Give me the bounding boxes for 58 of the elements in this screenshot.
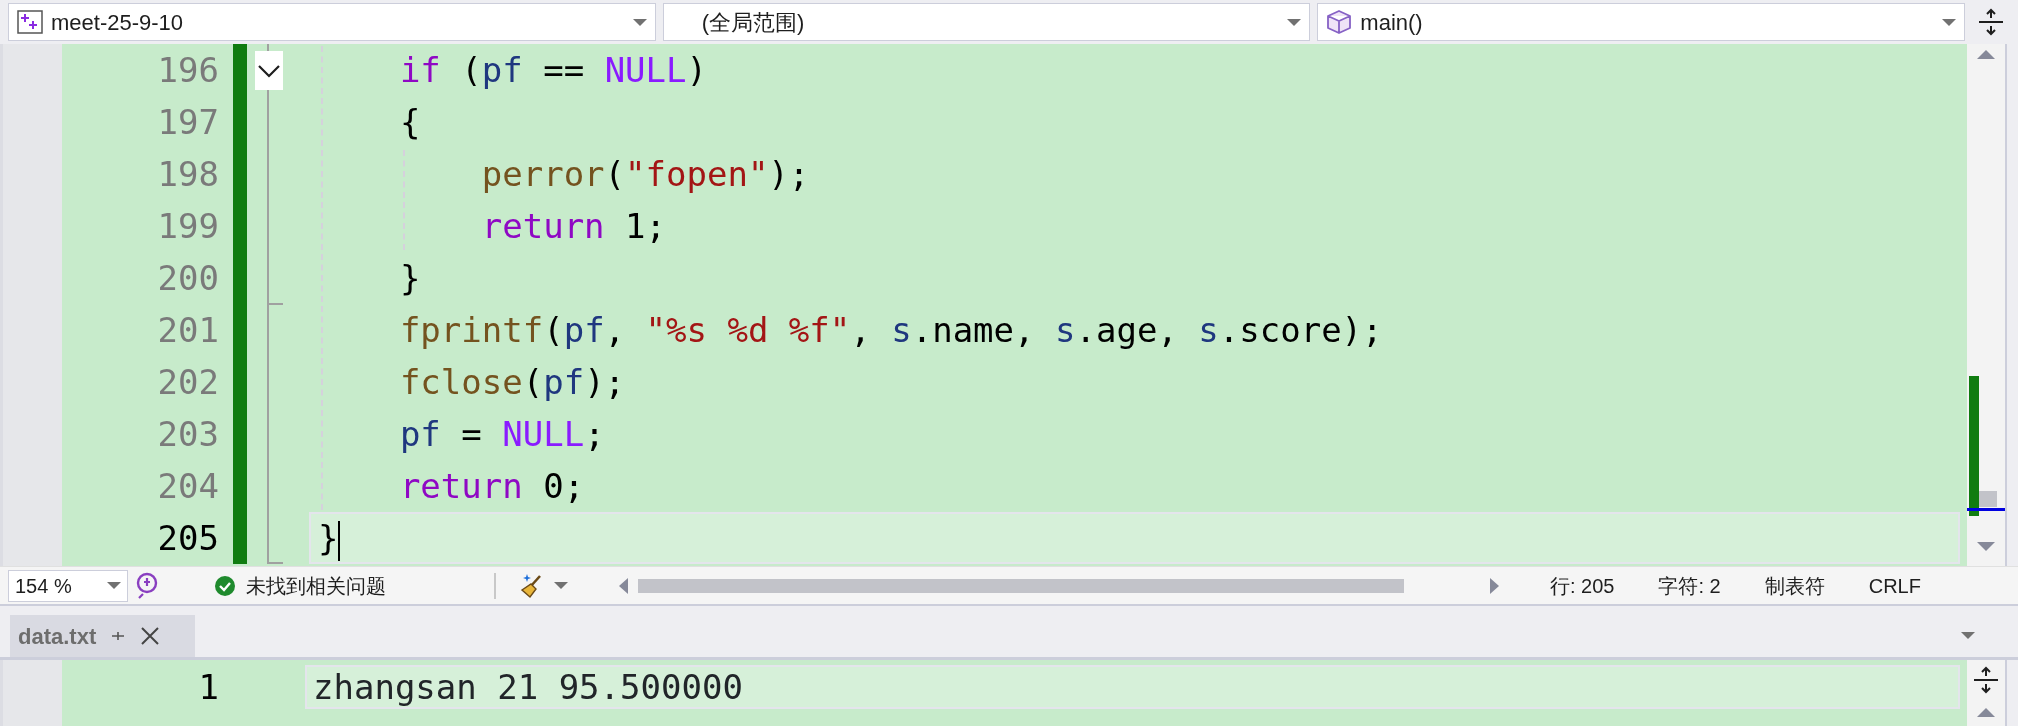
margin-background bbox=[0, 660, 62, 726]
cube-icon bbox=[1326, 9, 1353, 35]
line-number: 204 bbox=[156, 465, 219, 508]
code-line: return 0; bbox=[309, 460, 1960, 512]
issues-status[interactable]: 未找到相关问题 bbox=[246, 570, 386, 601]
dropdown-caret-icon bbox=[632, 18, 647, 26]
zoom-dropdown[interactable]: 154 % bbox=[8, 569, 128, 602]
code-line: if (pf == NULL) bbox=[309, 44, 1960, 96]
text-cursor bbox=[338, 520, 341, 561]
tab-list-caret-icon[interactable] bbox=[1961, 632, 1975, 639]
scroll-up-icon[interactable] bbox=[1977, 50, 1995, 59]
line-number: 196 bbox=[156, 49, 219, 92]
combo-text: main() bbox=[1360, 8, 1424, 37]
line-position[interactable]: 行: 205 bbox=[1550, 570, 1615, 601]
dropdown-caret-icon bbox=[1942, 18, 1956, 26]
code-line: perror("fopen"); bbox=[309, 148, 1960, 200]
caret-position-marker bbox=[1967, 508, 2005, 511]
line-number: 200 bbox=[156, 257, 219, 300]
line-ending[interactable]: CRLF bbox=[1868, 570, 1921, 601]
scroll-down-icon[interactable] bbox=[1977, 542, 1995, 551]
column-position[interactable]: 字符: 2 bbox=[1658, 570, 1721, 601]
code-line: return 1; bbox=[309, 200, 1960, 252]
zoom-text: 154 % bbox=[15, 573, 72, 599]
horizontal-scroll-thumb[interactable] bbox=[638, 578, 1404, 593]
indent-mode[interactable]: 制表符 bbox=[1764, 570, 1825, 601]
code-line: } bbox=[309, 252, 1960, 304]
line-number: 203 bbox=[156, 413, 219, 456]
line-number: 197 bbox=[156, 101, 219, 144]
member-dropdown[interactable]: main() bbox=[1317, 3, 1965, 41]
line-number: 1 bbox=[197, 666, 219, 709]
collapse-button[interactable] bbox=[255, 51, 283, 90]
document-tab[interactable]: data.txt bbox=[10, 615, 195, 657]
code-line: { bbox=[309, 96, 1960, 148]
combo-text: meet-25-9-10 bbox=[51, 8, 185, 37]
scroll-left-icon[interactable] bbox=[618, 576, 630, 595]
code-line: fclose(pf); bbox=[309, 356, 1960, 408]
project-dropdown[interactable]: meet-25-9-10 bbox=[8, 3, 656, 41]
line-number: 201 bbox=[156, 309, 219, 352]
scroll-up-icon[interactable] bbox=[1977, 708, 1995, 717]
vertical-scrollbar[interactable] bbox=[1967, 44, 2005, 566]
split-icon[interactable] bbox=[1972, 666, 2000, 694]
combo-text: (全局范围) bbox=[700, 8, 806, 37]
code-line: pf = NULL; bbox=[309, 408, 1960, 460]
scroll-thumb[interactable] bbox=[1979, 491, 1997, 507]
code-line: fprintf(pf, "%s %d %f", s.name, s.age, s.score); bbox=[309, 304, 1960, 356]
dropdown-caret-icon bbox=[107, 582, 121, 589]
dropdown-caret-icon bbox=[554, 582, 568, 589]
line-number: 205 bbox=[156, 517, 219, 560]
split-icon[interactable] bbox=[1977, 8, 2005, 36]
line-number: 202 bbox=[156, 361, 219, 404]
dropdown-caret-icon bbox=[1287, 18, 1302, 26]
project-icon bbox=[17, 10, 43, 34]
line-number: 199 bbox=[156, 205, 219, 248]
scroll-right-icon[interactable] bbox=[1488, 576, 1500, 595]
close-icon[interactable] bbox=[140, 626, 161, 646]
line-number: 198 bbox=[156, 153, 219, 196]
scope-dropdown[interactable]: (全局范围) bbox=[662, 3, 1311, 41]
check-icon bbox=[214, 574, 236, 597]
